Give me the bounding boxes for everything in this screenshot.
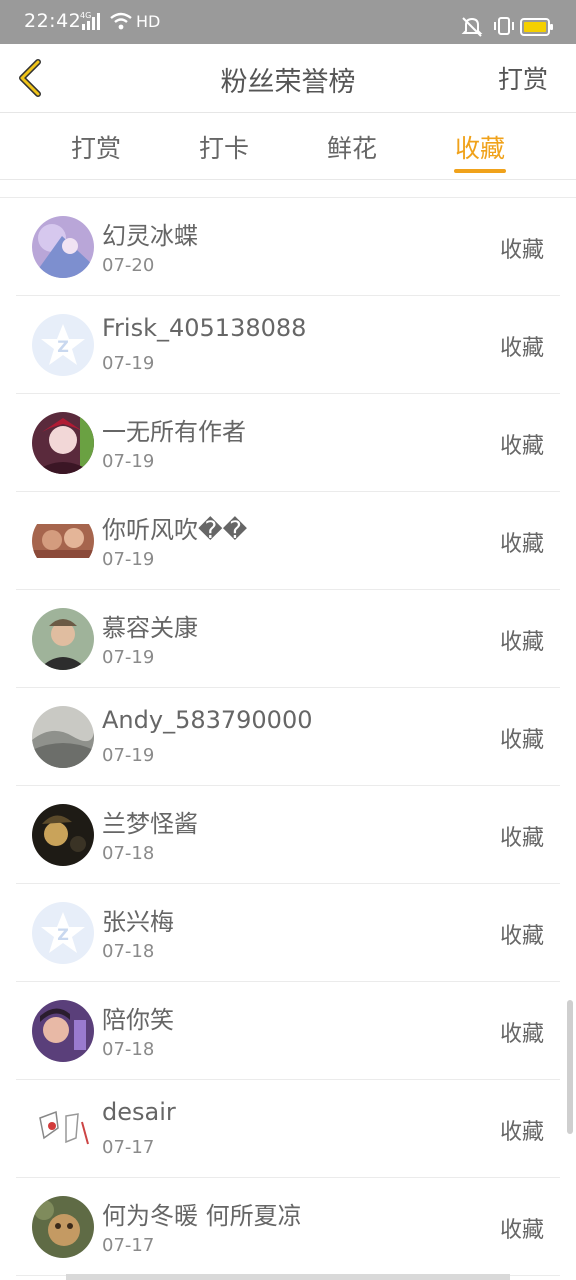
fan-list: 幻灵冰蝶 07-20 收藏 Z Frisk_405138088 07-19 收藏… <box>0 197 576 1276</box>
scrollbar[interactable] <box>567 1000 573 1134</box>
user-name: 慕容关康 <box>102 614 198 642</box>
user-name: 幻灵冰蝶 <box>102 222 198 250</box>
list-item[interactable]: Andy_583790000 07-19 收藏 <box>16 688 560 786</box>
svg-text:Z: Z <box>57 925 69 944</box>
list-item[interactable]: 兰梦怪酱 07-18 收藏 <box>16 786 560 884</box>
avatar[interactable] <box>32 1000 94 1062</box>
list-item[interactable]: 慕容关康 07-19 收藏 <box>16 590 560 688</box>
tab-reward[interactable]: 打赏 <box>56 129 136 165</box>
page-title: 粉丝荣誉榜 <box>220 67 356 98</box>
network-label: 4G <box>80 11 91 20</box>
date-label: 07-19 <box>102 549 155 570</box>
action-label: 收藏 <box>499 924 544 949</box>
avatar[interactable] <box>32 608 94 670</box>
avatar[interactable]: Z <box>32 902 94 964</box>
action-label: 收藏 <box>499 238 544 263</box>
signal-icon: 4G <box>80 10 104 32</box>
action-label: 收藏 <box>499 336 544 361</box>
date-label: 07-17 <box>102 1235 155 1256</box>
user-name: 陪你笑 <box>102 1006 174 1034</box>
date-label: 07-19 <box>102 353 155 374</box>
list-item[interactable]: Z Frisk_405138088 07-19 收藏 <box>16 296 560 394</box>
list-item[interactable]: 幻灵冰蝶 07-20 收藏 <box>16 198 560 296</box>
user-name: Frisk_405138088 <box>102 314 307 342</box>
date-label: 07-17 <box>102 1137 155 1158</box>
status-bar: 22:42 4G HD <box>0 0 576 44</box>
avatar[interactable] <box>32 804 94 866</box>
action-label: 收藏 <box>499 434 544 459</box>
date-label: 07-18 <box>102 843 155 864</box>
list-item[interactable]: Z 张兴梅 07-18 收藏 <box>16 884 560 982</box>
avatar[interactable] <box>32 1196 94 1258</box>
date-label: 07-20 <box>102 255 155 276</box>
reward-button[interactable]: 打赏 <box>498 60 548 96</box>
action-label: 收藏 <box>499 1022 544 1047</box>
action-label: 收藏 <box>499 532 544 557</box>
user-name: 兰梦怪酱 <box>102 810 198 838</box>
svg-text:Z: Z <box>57 337 69 356</box>
list-item[interactable]: 何为冬暖 何所夏凉 07-17 收藏 <box>16 1178 560 1276</box>
status-time: 22:42 <box>24 10 82 32</box>
tab-checkin[interactable]: 打卡 <box>184 129 264 165</box>
battery-icon <box>520 18 554 40</box>
user-name: 一无所有作者 <box>102 418 246 446</box>
bottom-edge <box>66 1274 510 1280</box>
action-label: 收藏 <box>499 1120 544 1145</box>
user-name: Andy_583790000 <box>102 706 313 734</box>
wifi-icon <box>110 12 132 34</box>
action-label: 收藏 <box>499 630 544 655</box>
date-label: 07-18 <box>102 941 155 962</box>
date-label: 07-19 <box>102 647 155 668</box>
user-name: desair <box>102 1098 176 1126</box>
action-label: 收藏 <box>499 826 544 851</box>
action-label: 收藏 <box>499 1218 544 1243</box>
user-name: 张兴梅 <box>102 908 174 936</box>
user-name: 何为冬暖 何所夏凉 <box>102 1202 302 1230</box>
avatar[interactable] <box>32 706 94 768</box>
active-tab-indicator <box>454 169 506 173</box>
date-label: 07-19 <box>102 745 155 766</box>
avatar[interactable] <box>32 216 94 278</box>
avatar[interactable]: Z <box>32 314 94 376</box>
date-label: 07-18 <box>102 1039 155 1060</box>
tab-flowers[interactable]: 鲜花 <box>312 129 392 165</box>
user-name: 你听风吹�� <box>102 516 248 544</box>
list-item[interactable]: 一无所有作者 07-19 收藏 <box>16 394 560 492</box>
list-item[interactable]: 你听风吹�� 07-19 收藏 <box>16 492 560 590</box>
tab-favorites[interactable]: 收藏 <box>440 129 520 165</box>
list-item[interactable]: desair 07-17 收藏 <box>16 1080 560 1178</box>
list-item[interactable]: 陪你笑 07-18 收藏 <box>16 982 560 1080</box>
vibrate-icon <box>492 16 516 40</box>
avatar[interactable] <box>32 412 94 474</box>
tab-bar: 打赏 打卡 鲜花 收藏 <box>0 113 576 180</box>
header-bar: 粉丝荣誉榜 打赏 <box>0 44 576 113</box>
mute-bell-icon <box>460 16 484 42</box>
action-label: 收藏 <box>499 728 544 753</box>
avatar[interactable] <box>32 510 94 572</box>
date-label: 07-19 <box>102 451 155 472</box>
avatar[interactable] <box>32 1098 94 1160</box>
hd-label: HD <box>136 12 161 31</box>
